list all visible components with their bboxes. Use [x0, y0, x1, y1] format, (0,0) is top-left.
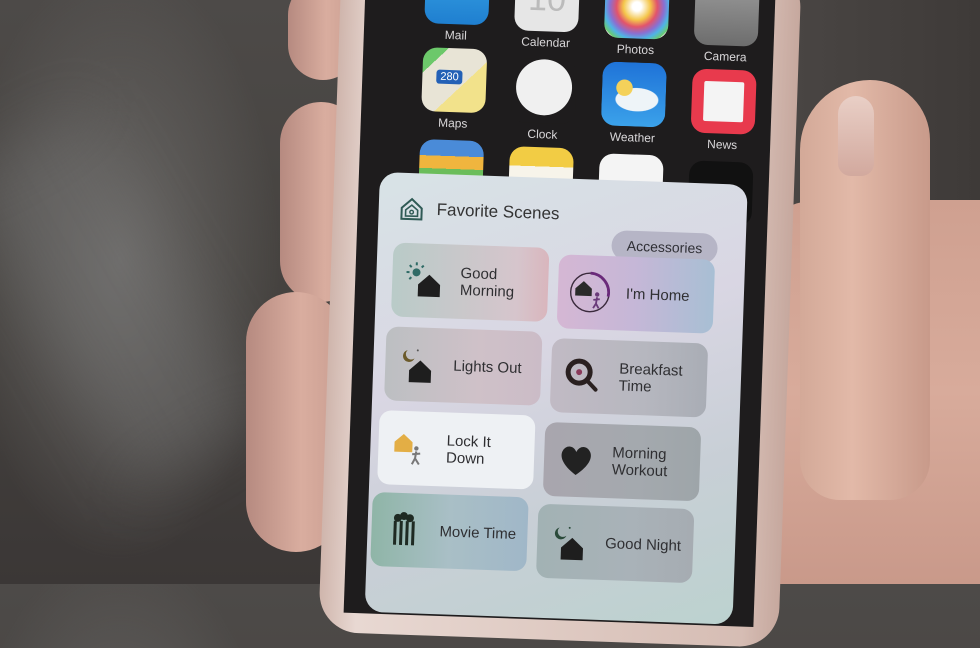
background-light-streak [0, 109, 261, 491]
scene-good-night[interactable]: Good Night [536, 504, 694, 583]
clock-icon [511, 58, 577, 124]
scene-movie-time[interactable]: Movie Time [370, 492, 528, 571]
app-photos[interactable]: Photos [603, 0, 670, 58]
app-weather[interactable]: Weather [600, 61, 667, 145]
scene-good-morning[interactable]: GoodMorning [391, 243, 549, 322]
app-calendar[interactable]: 10 Calendar [513, 0, 580, 50]
frying-pan-icon [560, 353, 606, 399]
moon-house-icon [546, 519, 592, 565]
favorite-scenes-widget: Favorite Scenes Accessories GoodMorning … [365, 172, 748, 625]
scene-morning-workout[interactable]: MorningWorkout [543, 422, 701, 501]
app-mail[interactable]: Mail [424, 0, 491, 43]
home-app-icon [398, 197, 425, 222]
scene-lights-out[interactable]: Lights Out [384, 326, 542, 405]
photos-icon [604, 0, 670, 40]
news-icon [691, 69, 757, 135]
calendar-icon: 10 [514, 0, 580, 32]
app-camera[interactable]: Camera [693, 0, 760, 65]
popcorn-icon [381, 507, 427, 553]
arrive-home-icon [567, 270, 613, 316]
mail-icon [424, 0, 490, 25]
scene-im-home[interactable]: I'm Home [557, 254, 715, 333]
moon-house-icon [395, 342, 441, 388]
app-news[interactable]: News [690, 69, 757, 153]
widget-title: Favorite Scenes [436, 200, 559, 224]
thumbnail [838, 96, 874, 176]
sun-house-icon [401, 258, 447, 304]
app-clock[interactable]: Clock [510, 54, 577, 142]
heart-icon [553, 437, 599, 483]
leave-home-icon [388, 425, 434, 471]
app-maps[interactable]: 280 Maps [421, 47, 488, 131]
scene-lock-it-down[interactable]: Lock ItDown [377, 410, 535, 489]
camera-icon [694, 0, 760, 47]
weather-icon [601, 61, 667, 127]
maps-icon: 280 [421, 47, 487, 113]
scene-breakfast-time[interactable]: BreakfastTime [550, 338, 708, 417]
